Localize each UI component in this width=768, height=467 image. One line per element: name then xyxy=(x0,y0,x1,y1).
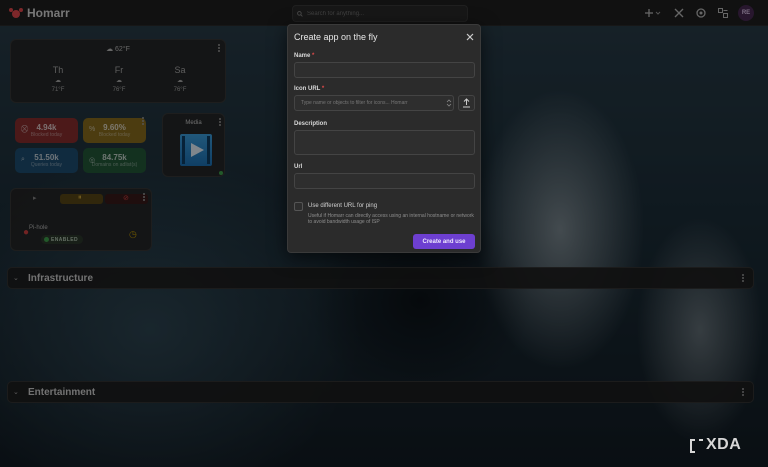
upload-icon-button[interactable] xyxy=(458,95,475,111)
icon-url-label-text: Icon URL xyxy=(294,86,321,92)
description-label: Description xyxy=(294,121,328,127)
url-field[interactable] xyxy=(294,173,475,189)
select-chevron-icon[interactable] xyxy=(446,99,452,107)
url-label: Url xyxy=(294,164,303,170)
icon-url-field[interactable] xyxy=(294,95,454,111)
name-label: Name * xyxy=(294,53,315,59)
xda-logo-icon xyxy=(690,439,703,453)
name-label-text: Name xyxy=(294,53,311,59)
description-textarea[interactable] xyxy=(294,130,475,155)
upload-icon xyxy=(463,98,470,108)
close-icon[interactable] xyxy=(466,33,474,41)
ping-url-checkbox[interactable] xyxy=(294,202,303,211)
name-field[interactable] xyxy=(294,62,475,78)
ping-url-label: Use different URL for ping xyxy=(308,203,378,209)
ping-url-description: Useful if Homarr can directly access usi… xyxy=(308,213,474,225)
create-and-use-button[interactable]: Create and use xyxy=(413,234,475,249)
modal-title: Create app on the fly xyxy=(294,32,378,42)
create-app-modal: Create app on the fly Name * Icon URL * … xyxy=(287,24,481,253)
xda-watermark: XDA xyxy=(706,436,742,453)
icon-url-label: Icon URL * xyxy=(294,86,325,92)
